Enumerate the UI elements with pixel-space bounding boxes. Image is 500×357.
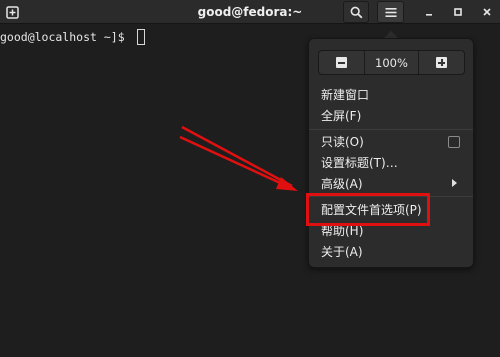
window-title: good@fedora:~ bbox=[197, 5, 303, 19]
menu-item-about[interactable]: 关于(A) bbox=[321, 243, 363, 261]
text-cursor bbox=[136, 29, 145, 45]
menu-button[interactable] bbox=[377, 1, 404, 23]
zoom-in-button[interactable] bbox=[419, 51, 464, 74]
new-tab-icon bbox=[5, 5, 19, 19]
header-bar: good@fedora:~ bbox=[0, 0, 500, 24]
zoom-out-button[interactable] bbox=[319, 51, 364, 74]
menu-item-set-title[interactable]: 设置标题(T)… bbox=[321, 154, 398, 172]
zoom-in-icon bbox=[436, 57, 447, 68]
close-icon bbox=[483, 8, 491, 16]
submenu-arrow-icon bbox=[452, 179, 457, 187]
hamburger-menu-icon bbox=[385, 7, 396, 17]
new-tab-button[interactable] bbox=[2, 1, 22, 23]
close-button[interactable] bbox=[478, 1, 496, 23]
read-only-checkbox[interactable] bbox=[448, 136, 460, 148]
prompt-text: good@localhost ~]$ bbox=[0, 30, 132, 44]
menu-item-new-window[interactable]: 新建窗口 bbox=[321, 86, 369, 104]
zoom-controls: 100% bbox=[318, 50, 465, 75]
menu-item-advanced[interactable]: 高级(A) bbox=[321, 175, 363, 193]
zoom-out-icon bbox=[336, 57, 347, 68]
minimize-icon bbox=[426, 14, 432, 16]
main-menu-popover: 100% 新建窗口 全屏(F) 只读(O) 设置标题(T)… 高级(A) 配置文… bbox=[308, 38, 474, 268]
prompt-line: good@localhost ~]$ bbox=[0, 29, 145, 45]
zoom-level[interactable]: 100% bbox=[364, 51, 419, 74]
maximize-icon bbox=[454, 8, 462, 16]
terminal-window: good@fedora:~ good@localhost ~]$ 100% 新建… bbox=[0, 0, 500, 357]
menu-separator bbox=[309, 129, 473, 130]
minimize-button[interactable] bbox=[420, 1, 438, 23]
search-button[interactable] bbox=[343, 1, 369, 23]
search-icon bbox=[350, 6, 362, 18]
menu-item-fullscreen[interactable]: 全屏(F) bbox=[321, 107, 361, 125]
maximize-button[interactable] bbox=[449, 1, 467, 23]
annotation-highlight-box bbox=[306, 193, 430, 226]
menu-item-read-only[interactable]: 只读(O) bbox=[321, 133, 364, 151]
